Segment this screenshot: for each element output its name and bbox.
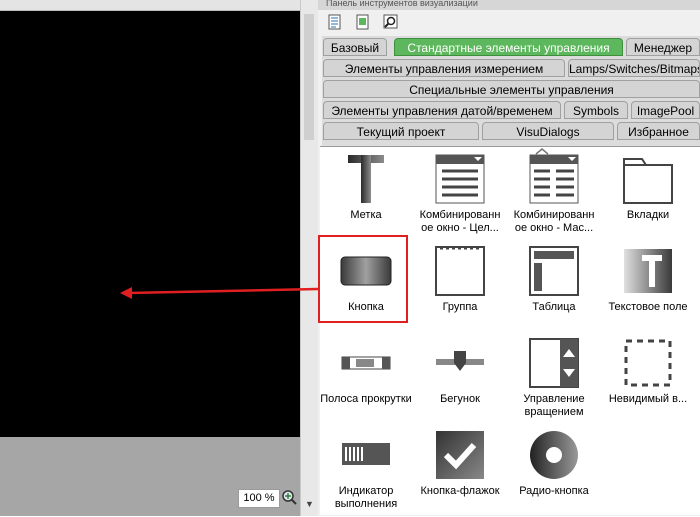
toolbox-search-icon[interactable] xyxy=(382,13,400,31)
panel-toolbar xyxy=(318,10,700,34)
combobox-array-icon xyxy=(529,154,579,204)
item-table-text: Таблица xyxy=(532,301,576,313)
tab-current-project[interactable]: Текущий проект xyxy=(323,122,479,140)
zoom-level[interactable]: 100 % xyxy=(238,489,280,508)
item-text-field-text: Текстовое поле xyxy=(608,301,688,313)
text-field-icon xyxy=(624,249,672,293)
item-combobox-array[interactable]: Комбинированн ое окно - Мас... xyxy=(508,151,600,241)
item-group-text: Группа xyxy=(442,301,478,313)
combobox-integer-icon xyxy=(435,154,485,204)
item-combobox-integer[interactable]: Комбинированн ое окно - Цел... xyxy=(414,151,506,241)
tab-favorites[interactable]: Избранное xyxy=(617,122,700,140)
group-frame-icon xyxy=(435,246,485,296)
item-spin-control[interactable]: Управление вращением xyxy=(508,335,600,425)
progress-bar-icon xyxy=(342,443,390,465)
item-progress-bar[interactable]: Индикатор выполнения xyxy=(320,427,412,517)
zoom-magnifier-icon[interactable] xyxy=(281,489,298,506)
item-tabs[interactable]: Вкладки xyxy=(602,151,694,241)
item-progress-bar-text: Индикатор выполнения xyxy=(334,485,398,510)
tab-lamps-switches[interactable]: Lamps/Switches/Bitmaps xyxy=(568,59,700,77)
item-table[interactable]: Таблица xyxy=(508,243,600,333)
scrollbar-thumb[interactable] xyxy=(304,14,314,140)
item-group[interactable]: Группа xyxy=(414,243,506,333)
highlight-box xyxy=(318,235,408,323)
tab-imagepool[interactable]: ImagePool xyxy=(631,101,700,119)
item-slider-text: Бегунок xyxy=(440,393,480,405)
tabs-folder-icon xyxy=(623,158,673,204)
tab-datetime-controls[interactable]: Элементы управления датой/временем xyxy=(323,101,561,119)
item-text-field[interactable]: Текстовое поле xyxy=(602,243,694,333)
toolbox-items-area: Метка Комбинированн ое окно - Цел... Ком… xyxy=(320,146,700,515)
item-slider[interactable]: Бегунок xyxy=(414,335,506,425)
scrollbar-icon xyxy=(341,356,391,370)
item-radio-button-text: Радио-кнопка xyxy=(519,485,589,497)
item-invisible-input[interactable]: Невидимый в... xyxy=(602,335,694,425)
editor-vertical-scrollbar[interactable]: ▼ xyxy=(300,0,318,516)
tab-symbols[interactable]: Symbols xyxy=(564,101,628,119)
checkbox-icon xyxy=(436,431,484,479)
item-combobox-array-text: Комбинированн ое окно - Мас... xyxy=(513,209,595,234)
item-scrollbar[interactable]: Полоса прокрутки xyxy=(320,335,412,425)
tab-special-controls[interactable]: Специальные элементы управления xyxy=(323,80,700,98)
visualization-canvas[interactable] xyxy=(0,0,300,437)
item-spin-control-text: Управление вращением xyxy=(523,393,585,418)
item-tabs-text: Вкладки xyxy=(626,209,670,221)
item-scrollbar-text: Полоса прокрутки xyxy=(320,393,412,405)
tab-visudialogs[interactable]: VisuDialogs xyxy=(482,122,614,140)
item-combobox-integer-text: Комбинированн ое окно - Цел... xyxy=(419,209,501,234)
item-radio-button[interactable]: Радио-кнопка xyxy=(508,427,600,517)
invisible-input-icon xyxy=(624,339,672,387)
editor-top-scrollbar[interactable]: ▲ xyxy=(0,0,317,11)
scroll-down-arrow-icon[interactable]: ▼ xyxy=(301,497,318,511)
tab-manager[interactable]: Менеджер xyxy=(626,38,700,56)
items-scroll-up-icon[interactable] xyxy=(532,146,552,158)
item-checkbox-text: Кнопка-флажок xyxy=(420,485,500,497)
toolbox-document-icon[interactable] xyxy=(354,13,372,31)
toolbox-list-icon[interactable] xyxy=(326,13,344,31)
table-icon xyxy=(529,246,579,296)
tab-standard-controls[interactable]: Стандартные элементы управления xyxy=(394,38,623,56)
annotation-arrow-icon xyxy=(120,287,319,299)
label-t-icon xyxy=(348,155,384,203)
item-checkbox[interactable]: Кнопка-флажок xyxy=(414,427,506,517)
item-label[interactable]: Метка xyxy=(320,151,412,241)
panel-title: Панель инструментов визуализации xyxy=(318,0,700,10)
item-invisible-input-text: Невидимый в... xyxy=(608,393,688,405)
spin-control-icon xyxy=(529,338,579,388)
item-label-text: Метка xyxy=(350,209,382,221)
radio-button-icon xyxy=(530,431,578,479)
slider-icon xyxy=(436,351,484,371)
tab-measurement-controls[interactable]: Элементы управления измерением xyxy=(323,59,565,77)
tab-basic[interactable]: Базовый xyxy=(323,38,387,56)
